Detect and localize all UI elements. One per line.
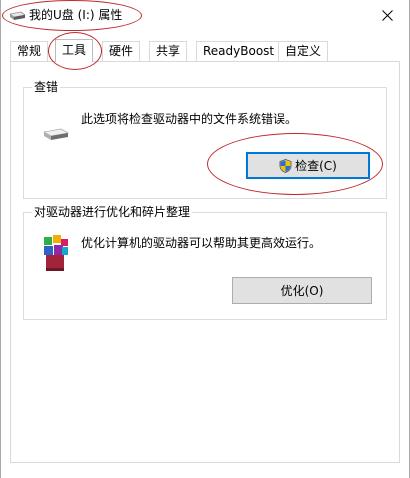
close-icon <box>381 9 393 21</box>
tab-tools[interactable]: 工具 <box>55 39 94 62</box>
tab-sharing[interactable]: 共享 <box>149 41 188 61</box>
defrag-icon <box>44 235 68 271</box>
tab-strip: 常规 工具 硬件 共享 ReadyBoost 自定义 <box>1 39 409 62</box>
optimize-description: 优化计算机的驱动器可以帮助其更高效运行。 <box>81 236 322 250</box>
optimize-group: 对驱动器进行优化和碎片整理 优化计算机的驱动器可以帮助其更高效运行。 优化(O) <box>23 204 387 320</box>
check-button[interactable]: 检查(C) <box>246 152 370 179</box>
optimize-button-label: 优化(O) <box>280 284 324 298</box>
optimize-button[interactable]: 优化(O) <box>232 277 372 304</box>
properties-window: 我的U盘 (I:) 属性 常规 工具 硬件 共享 ReadyBoost 自定义 … <box>0 0 410 478</box>
tab-general[interactable]: 常规 <box>10 41 49 61</box>
error-checking-description: 此选项将检查驱动器中的文件系统错误。 <box>81 112 298 126</box>
error-checking-title: 查错 <box>32 79 61 95</box>
close-button[interactable] <box>365 0 409 30</box>
tools-panel: 查错 此选项将检查驱动器中的文件系统错误。 检查(C) 对驱动器进行优化和碎片整… <box>10 61 400 463</box>
error-checking-group: 查错 此选项将检查驱动器中的文件系统错误。 检查(C) <box>23 79 387 199</box>
optimize-title: 对驱动器进行优化和碎片整理 <box>32 204 193 220</box>
uac-shield-icon <box>279 158 292 173</box>
drive-icon <box>43 128 69 140</box>
usb-drive-icon <box>9 11 26 20</box>
tab-readyboost[interactable]: ReadyBoost <box>196 41 282 61</box>
window-title: 我的U盘 (I:) 属性 <box>29 8 123 22</box>
check-button-label: 检查(C) <box>295 159 337 173</box>
tab-customize[interactable]: 自定义 <box>278 41 329 61</box>
title-bar[interactable]: 我的U盘 (I:) 属性 <box>1 0 409 32</box>
tab-hardware[interactable]: 硬件 <box>102 41 141 61</box>
